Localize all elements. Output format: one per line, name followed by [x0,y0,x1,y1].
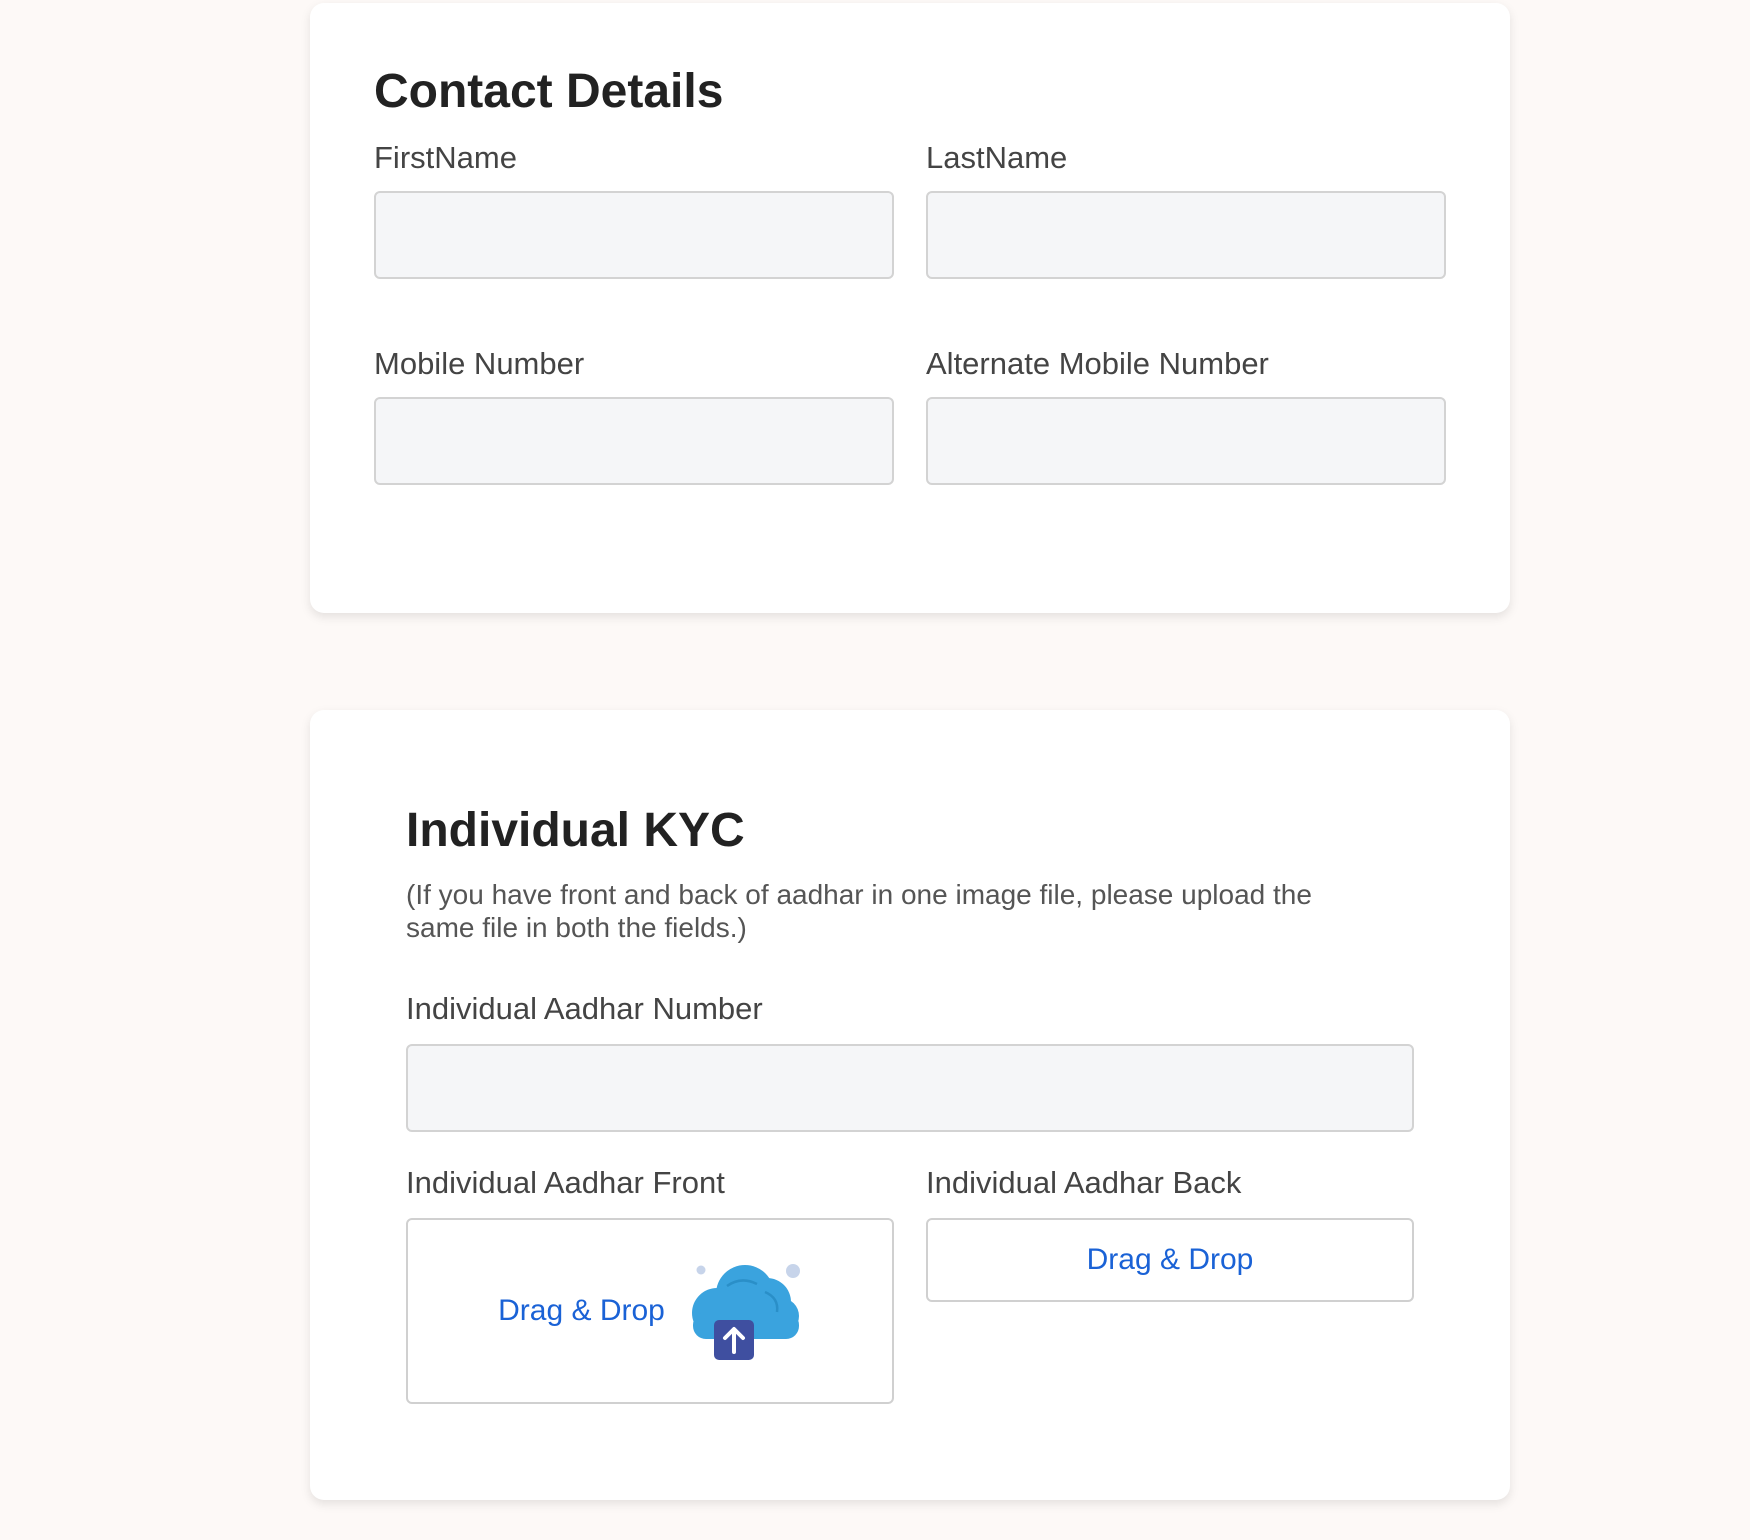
last-name-input[interactable] [926,191,1446,279]
aadhar-back-drop-text: Drag & Drop [1086,1243,1254,1276]
alternate-mobile-number-input[interactable] [926,397,1446,485]
contact-details-title: Contact Details [374,65,724,118]
individual-kyc-title: Individual KYC [406,804,745,857]
cloud-upload-icon [691,1264,800,1360]
last-name-label: LastName [926,140,1068,175]
alternate-mobile-number-label: Alternate Mobile Number [926,346,1269,381]
aadhar-back-dropzone[interactable]: Drag & Drop [926,1218,1414,1302]
mobile-number-input[interactable] [374,397,894,485]
aadhar-front-drop-text: Drag & Drop [498,1294,665,1327]
contact-details-card: Contact Details FirstName LastName Mobil… [310,3,1510,613]
aadhar-number-input[interactable] [406,1044,1414,1132]
first-name-input[interactable] [374,191,894,279]
aadhar-number-label: Individual Aadhar Number [406,991,763,1026]
kyc-upload-note: (If you have front and back of aadhar in… [406,879,1312,943]
aadhar-back-label: Individual Aadhar Back [926,1165,1242,1200]
aadhar-front-label: Individual Aadhar Front [406,1165,725,1200]
individual-kyc-card: Individual KYC (If you have front and ba… [310,710,1510,1500]
first-name-label: FirstName [374,140,517,175]
aadhar-front-dropzone[interactable]: Drag & Drop [406,1218,894,1404]
mobile-number-label: Mobile Number [374,346,585,381]
